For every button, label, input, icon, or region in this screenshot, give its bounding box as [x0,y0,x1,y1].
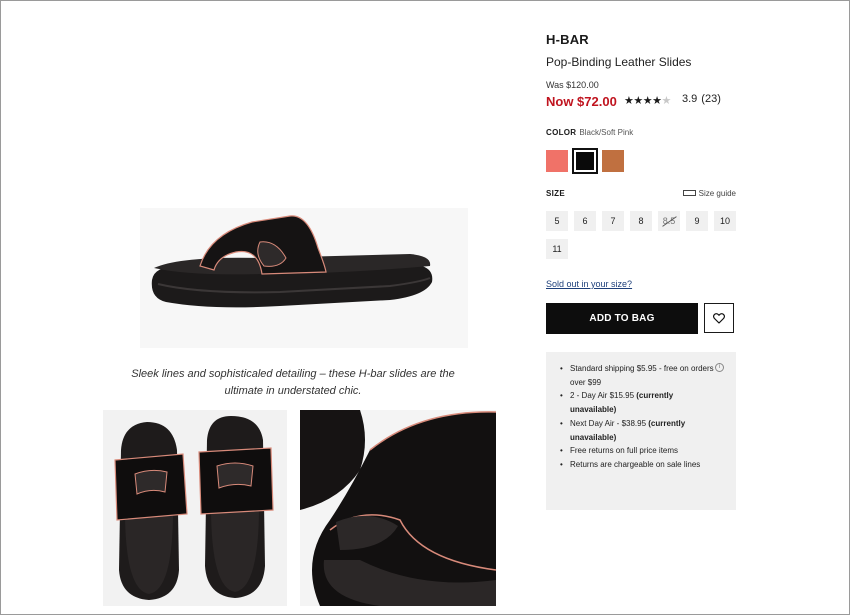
rating-summary[interactable]: 3.9 (23) [682,93,725,105]
product-thumbnail-closeup[interactable] [300,410,496,606]
rating-value: 3.9 [682,93,698,105]
color-swatch-black-soft-pink[interactable] [572,148,598,174]
size-option-8-5-unavailable[interactable]: 8.5 [658,211,680,231]
size-option-6[interactable]: 6 [574,211,596,231]
product-thumbnail-top-view[interactable] [103,410,287,606]
was-price: Was $120.00 [546,80,599,90]
shipping-item-next-day-air: Next Day Air - $38.95 (currently unavail… [560,417,720,444]
color-swatch-coral[interactable] [546,150,568,172]
size-option-9[interactable]: 9 [686,211,708,231]
add-to-bag-button[interactable]: ADD TO BAG [546,303,698,334]
wishlist-button[interactable] [704,303,734,333]
size-option-7[interactable]: 7 [602,211,624,231]
shipping-info-box: i Standard shipping $5.95 - free on orde… [546,352,736,510]
shipping-list: Standard shipping $5.95 - free on orders… [560,362,726,472]
sold-out-in-your-size-link[interactable]: Sold out in your size? [546,279,632,289]
heart-icon [713,312,725,324]
product-name: Pop-Binding Leather Slides [546,55,692,69]
shipping-item-2-day-air: 2 - Day Air $15.95 (currently unavailabl… [560,389,720,416]
ruler-icon [682,189,696,196]
shipping-item-standard: Standard shipping $5.95 - free on orders… [560,362,720,389]
size-option-8[interactable]: 8 [630,211,652,231]
color-label: COLOR Black/Soft Pink [546,128,634,137]
size-guide-link[interactable]: Size guide [682,189,736,198]
shipping-item-sale-returns: Returns are chargeable on sale lines [560,458,720,472]
size-option-10[interactable]: 10 [714,211,736,231]
star-rating[interactable]: ★★★★★ [624,94,671,107]
size-label: SIZE [546,189,565,198]
shipping-item-free-returns: Free returns on full price items [560,444,720,458]
product-brand: H-BAR [546,32,589,47]
now-price: Now $72.00 [546,94,617,109]
size-option-5[interactable]: 5 [546,211,568,231]
review-count: (23) [701,93,721,105]
size-option-11[interactable]: 11 [546,239,568,259]
color-swatch-tan[interactable] [602,150,624,172]
product-main-image[interactable] [140,208,468,348]
selected-color: Black/Soft Pink [579,128,634,137]
product-caption: Sleek lines and sophisticaled detailing … [131,368,455,397]
